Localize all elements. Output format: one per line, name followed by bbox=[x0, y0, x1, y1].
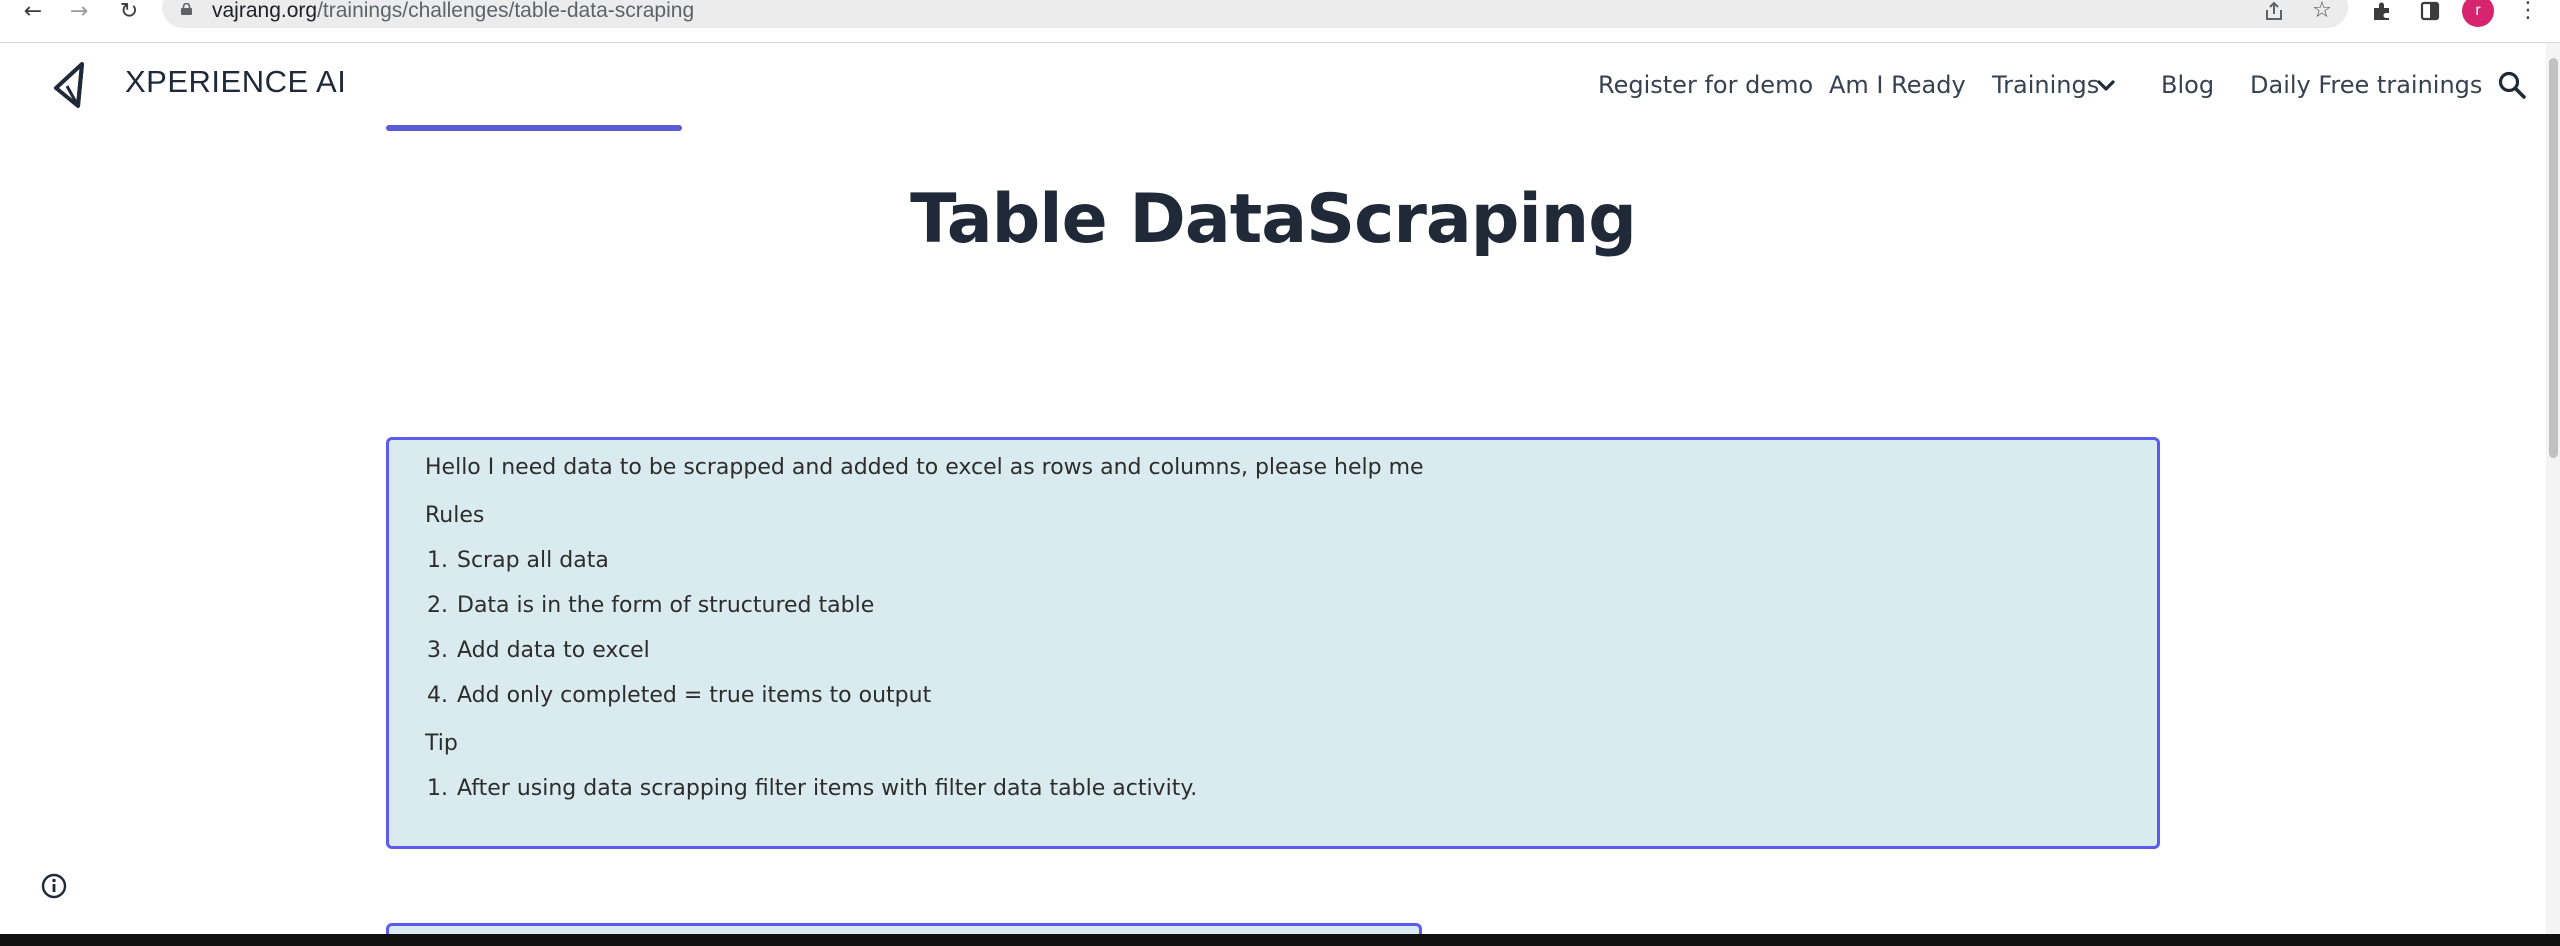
window-bottom-edge bbox=[0, 934, 2560, 946]
chevron-down-icon[interactable] bbox=[2096, 76, 2116, 96]
rule-item: 3. Add data to excel bbox=[427, 637, 650, 665]
brand-name[interactable]: XPERIENCE AI bbox=[125, 64, 346, 100]
bookmark-star-icon[interactable]: ☆ bbox=[2308, 0, 2336, 23]
instructions-box: Hello I need data to be scrapped and add… bbox=[386, 437, 2160, 849]
back-icon[interactable]: ← bbox=[18, 0, 48, 24]
page-title: Table DataScraping bbox=[910, 180, 1637, 259]
url-domain: vajrang.org bbox=[212, 0, 318, 22]
extensions-puzzle-icon[interactable] bbox=[2368, 0, 2396, 23]
reload-icon[interactable]: ↻ bbox=[114, 0, 144, 24]
scrollbar-thumb[interactable] bbox=[2549, 58, 2558, 458]
xperience-logo-icon[interactable] bbox=[48, 60, 92, 110]
share-icon[interactable] bbox=[2260, 0, 2288, 23]
rule-number: 3. bbox=[427, 638, 448, 663]
rule-text: Add only completed = true items to outpu… bbox=[457, 683, 932, 708]
url-text[interactable]: vajrang.org/trainings/challenges/table-d… bbox=[212, 0, 694, 23]
rule-number: 2. bbox=[427, 593, 448, 618]
profile-avatar[interactable]: r bbox=[2462, 0, 2494, 27]
browser-toolbar: ← → ↻ vajrang.org/trainings/challenges/t… bbox=[0, 0, 2560, 43]
side-panel-icon[interactable] bbox=[2416, 0, 2444, 23]
nav-am-i-ready[interactable]: Am I Ready bbox=[1829, 70, 1966, 100]
rule-number: 1. bbox=[427, 548, 448, 573]
rule-number: 4. bbox=[427, 683, 448, 708]
tip-item: 1. After using data scrapping filter item… bbox=[427, 775, 1197, 803]
rules-heading: Rules bbox=[425, 503, 485, 528]
rule-item: 1. Scrap all data bbox=[427, 547, 609, 575]
nav-trainings[interactable]: Trainings bbox=[1992, 70, 2099, 100]
rule-text: Add data to excel bbox=[457, 638, 650, 663]
search-icon[interactable] bbox=[2497, 70, 2527, 100]
tip-text: After using data scrapping filter items … bbox=[457, 776, 1198, 801]
instructions-intro: Hello I need data to be scrapped and add… bbox=[425, 455, 1424, 480]
url-path: /trainings/challenges/table-data-scrapin… bbox=[317, 0, 695, 22]
rule-text: Scrap all data bbox=[457, 548, 609, 573]
lock-icon[interactable] bbox=[180, 3, 193, 15]
info-icon[interactable] bbox=[40, 872, 68, 900]
rule-text: Data is in the form of structured table bbox=[457, 593, 875, 618]
forward-icon[interactable]: → bbox=[64, 0, 94, 24]
rule-item: 2. Data is in the form of structured tabl… bbox=[427, 592, 874, 620]
nav-blog[interactable]: Blog bbox=[2161, 70, 2214, 100]
nav-register-for-demo[interactable]: Register for demo bbox=[1598, 70, 1813, 100]
menu-kebab-icon[interactable]: ⋮ bbox=[2514, 0, 2542, 23]
tip-heading: Tip bbox=[425, 731, 458, 756]
rule-item: 4. Add only completed = true items to out… bbox=[427, 682, 931, 710]
reading-progress-bar bbox=[386, 125, 682, 131]
nav-daily-free-trainings[interactable]: Daily Free trainings bbox=[2250, 70, 2482, 100]
tip-number: 1. bbox=[427, 776, 448, 801]
